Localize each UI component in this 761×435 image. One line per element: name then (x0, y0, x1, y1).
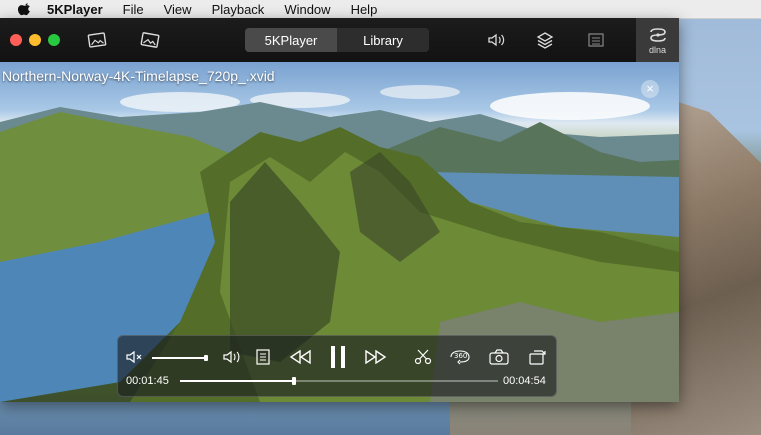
menu-bar: 5KPlayer File View Playback Window Help (0, 0, 761, 19)
dlna-icon (649, 27, 666, 42)
pause-icon[interactable] (329, 344, 347, 370)
layers-icon[interactable] (534, 29, 556, 51)
elapsed-time: 00:01:45 (126, 375, 169, 387)
fast-forward-icon[interactable] (364, 348, 388, 366)
playback-controls: 360 00:01:45 00:04:54 (117, 335, 557, 397)
seek-bar[interactable] (180, 377, 498, 385)
menu-help[interactable]: Help (351, 2, 378, 17)
menu-file[interactable]: File (123, 2, 144, 17)
rewind-icon[interactable] (288, 348, 312, 366)
dlna-label: dlna (648, 44, 666, 55)
close-video-button[interactable]: × (641, 80, 659, 98)
tab-library[interactable]: Library (337, 28, 429, 52)
playlist-icon[interactable] (585, 29, 607, 51)
view-switch: 5KPlayer Library (245, 28, 429, 52)
minimize-window-button[interactable] (29, 34, 41, 46)
airplay-audio-icon[interactable] (485, 29, 507, 51)
rotate-360-icon[interactable]: 360 (448, 347, 472, 365)
menu-playback[interactable]: Playback (212, 2, 265, 17)
volume-slider[interactable] (152, 357, 206, 359)
menu-app-name[interactable]: 5KPlayer (47, 2, 103, 17)
subtitle-icon[interactable] (255, 348, 271, 366)
seek-bar-progress (180, 380, 294, 382)
desktop-water-image (0, 400, 450, 435)
mute-icon[interactable] (126, 350, 144, 364)
video-filename: Northern-Norway-4K-Timelapse_720p_.xvid (2, 68, 275, 84)
title-bar: 5KPlayer Library dlna (0, 18, 679, 62)
scissors-icon[interactable] (414, 348, 432, 366)
close-window-button[interactable] (10, 34, 22, 46)
rotate-360-label: 360 (454, 352, 467, 360)
seek-bar-knob[interactable] (292, 377, 296, 385)
tab-5kplayer[interactable]: 5KPlayer (245, 28, 337, 52)
rotate-icon[interactable] (526, 348, 548, 366)
apple-menu-icon[interactable] (18, 2, 32, 16)
total-time: 00:04:54 (503, 375, 546, 387)
menu-view[interactable]: View (164, 2, 192, 17)
volume-knob[interactable] (204, 355, 208, 361)
snapshot-camera-icon[interactable] (488, 348, 510, 366)
dlna-button[interactable]: dlna (636, 18, 679, 62)
volume-up-icon[interactable] (223, 349, 243, 365)
picture-alt-icon[interactable] (139, 29, 161, 51)
menu-window[interactable]: Window (284, 2, 330, 17)
zoom-window-button[interactable] (48, 34, 60, 46)
picture-icon[interactable] (86, 29, 108, 51)
